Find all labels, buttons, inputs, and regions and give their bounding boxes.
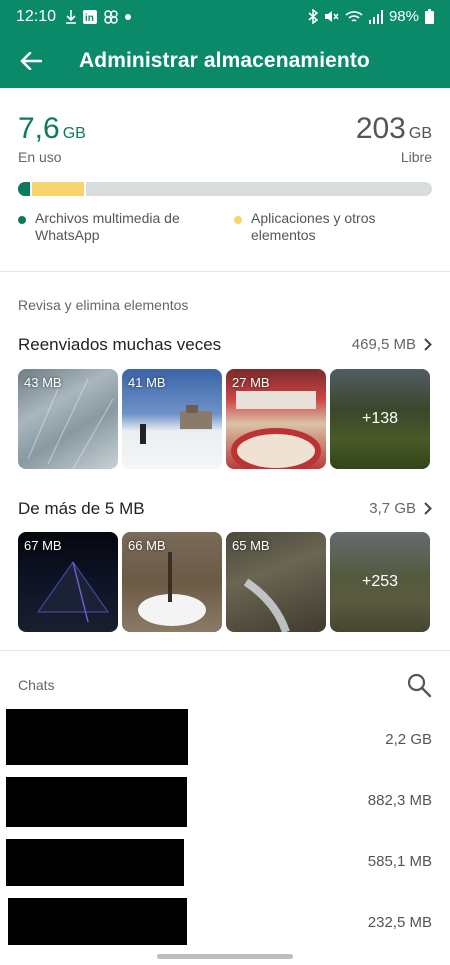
free-label: Libre <box>400 149 432 165</box>
thumbnail-size-label: 67 MB <box>24 538 62 553</box>
used-storage: 7,6 GB <box>18 112 86 146</box>
status-bar: 12:10 in 98% <box>0 0 450 33</box>
search-button[interactable] <box>406 672 432 698</box>
thumbnail-size-label: 66 MB <box>128 538 166 553</box>
dot-icon <box>125 13 132 20</box>
signal-icon <box>368 9 383 24</box>
chat-row[interactable]: 2,2 GB <box>0 709 450 767</box>
chat-size: 232,5 MB <box>367 914 432 931</box>
redacted-chat-info <box>6 709 188 765</box>
legend-apps: Aplicaciones y otros elementos <box>234 210 434 244</box>
legend-apps-label: Aplicaciones y otros elementos <box>251 210 376 243</box>
used-label: En uso <box>18 149 62 165</box>
pinwheel-icon <box>104 9 118 24</box>
media-thumbnail[interactable]: 27 MB <box>226 369 326 469</box>
battery-percent: 98% <box>388 8 419 25</box>
storage-bar-apps <box>30 182 87 196</box>
linkedin-icon: in <box>83 9 98 24</box>
forwarded-title[interactable]: Reenviados muchas veces <box>18 335 221 355</box>
arrow-left-icon <box>20 51 42 70</box>
media-thumbnail[interactable]: +138 <box>330 369 430 469</box>
redacted-chat-info <box>6 839 184 886</box>
more-count: +138 <box>330 369 430 469</box>
thumbnail-size-label: 41 MB <box>128 375 166 390</box>
legend-dot-icon <box>234 216 242 224</box>
mute-icon <box>324 9 339 24</box>
chat-size: 585,1 MB <box>367 853 432 870</box>
review-header: Revisa y elimina elementos <box>18 297 189 313</box>
chats-header: Chats <box>18 677 55 693</box>
navigation-gesture-bar[interactable] <box>157 954 293 959</box>
divider <box>0 650 450 651</box>
back-button[interactable] <box>0 33 62 88</box>
app-bar: Administrar almacenamiento <box>0 33 450 88</box>
battery-icon <box>425 9 434 24</box>
chevron-right-icon <box>424 338 432 351</box>
forwarded-size[interactable]: 469,5 MB <box>352 336 432 353</box>
chevron-right-icon <box>424 502 432 515</box>
thumbnail-size-label: 27 MB <box>232 375 270 390</box>
media-thumbnail[interactable]: 41 MB <box>122 369 222 469</box>
storage-summary: 7,6 GB En uso 203 GB Libre Archivos multim… <box>0 88 450 271</box>
media-thumbnail[interactable]: 67 MB <box>18 532 118 632</box>
free-unit: GB <box>408 125 432 142</box>
legend-whatsapp: Archivos multimedia de WhatsApp <box>18 210 218 244</box>
large-files-size[interactable]: 3,7 GB <box>369 500 432 517</box>
media-thumbnail[interactable]: 43 MB <box>18 369 118 469</box>
free-value: 203 <box>355 112 406 145</box>
redacted-chat-info <box>6 777 187 827</box>
chat-row[interactable]: 882,3 MB <box>0 777 450 835</box>
chat-row[interactable]: 585,1 MB <box>0 839 450 897</box>
page-title: Administrar almacenamiento <box>79 48 370 72</box>
chat-row[interactable]: 232,5 MB <box>0 898 450 956</box>
storage-bar-whatsapp <box>18 182 31 196</box>
chat-size: 882,3 MB <box>367 792 432 809</box>
used-unit: GB <box>62 125 86 142</box>
download-icon <box>66 9 77 24</box>
large-files-title[interactable]: De más de 5 MB <box>18 499 145 519</box>
forwarded-size-value: 469,5 MB <box>351 336 416 353</box>
chat-size: 2,2 GB <box>385 731 432 748</box>
divider <box>0 271 450 272</box>
media-thumbnail[interactable]: 65 MB <box>226 532 326 632</box>
more-count: +253 <box>330 532 430 632</box>
legend-whatsapp-label: Archivos multimedia de WhatsApp <box>35 210 180 243</box>
forwarded-thumbnails: 43 MB 41 MB 27 MB +138 <box>18 369 432 469</box>
media-thumbnail[interactable]: +253 <box>330 532 430 632</box>
storage-bar <box>18 182 432 196</box>
media-thumbnail[interactable]: 66 MB <box>122 532 222 632</box>
large-files-thumbnails: 67 MB 66 MB 65 MB +253 <box>18 532 432 632</box>
free-storage: 203 GB <box>356 112 432 146</box>
search-icon <box>407 673 432 698</box>
large-files-size-value: 3,7 GB <box>369 500 416 517</box>
legend-dot-icon <box>18 216 26 224</box>
clock: 12:10 <box>16 7 57 25</box>
wifi-icon <box>345 10 363 24</box>
thumbnail-size-label: 65 MB <box>232 538 270 553</box>
redacted-chat-info <box>8 898 187 945</box>
svg-text:in: in <box>85 13 94 24</box>
bluetooth-icon <box>308 9 318 24</box>
used-value: 7,6 <box>18 112 60 145</box>
thumbnail-size-label: 43 MB <box>24 375 62 390</box>
